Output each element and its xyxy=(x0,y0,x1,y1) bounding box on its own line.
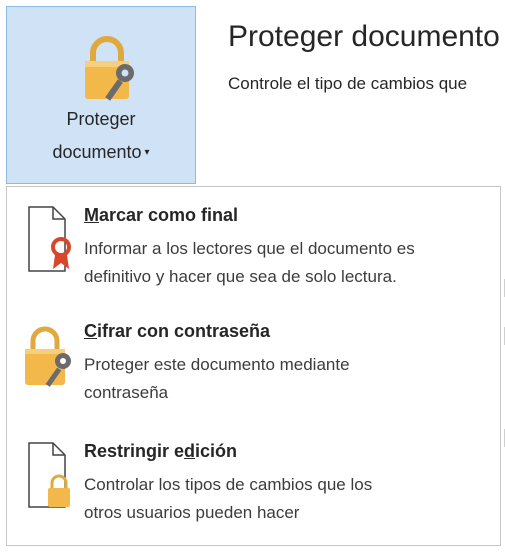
menu-item-description: contraseña xyxy=(84,383,169,402)
menu-item-description: Informar a los lectores que el documento… xyxy=(84,239,415,258)
menu-item-title: Restringir edición xyxy=(84,441,238,461)
protect-document-button[interactable]: Proteger documento ▾ xyxy=(6,6,196,184)
protect-button-label-1: Proteger xyxy=(66,109,136,129)
menu-item-description: otros usuarios pueden hacer xyxy=(84,503,300,522)
menu-item-title: Cifrar con contraseña xyxy=(84,321,271,341)
menu-item-title: Marcar como final xyxy=(84,205,239,225)
menu-item-description: Controlar los tipos de cambios que los xyxy=(84,475,373,494)
protect-button-label-2: documento ▾ xyxy=(52,142,150,162)
lock-key-icon xyxy=(25,326,71,387)
menu-item-description: Proteger este documento mediante xyxy=(84,355,350,374)
lock-key-icon xyxy=(85,36,134,101)
document-ribbon-icon xyxy=(28,206,71,272)
menu-item-restrict-editing[interactable]: Restringir edición Controlar los tipos d… xyxy=(7,441,500,557)
menu-item-encrypt-with-password[interactable]: Cifrar con contraseña Proteger este docu… xyxy=(7,321,500,437)
menu-item-mark-as-final[interactable]: Marcar como final Informar a los lectore… xyxy=(7,205,500,321)
chevron-down-icon: ▾ xyxy=(144,147,150,159)
page-title: Proteger documento xyxy=(228,20,500,53)
protect-dropdown-menu: Marcar como final Informar a los lectore… xyxy=(6,186,505,546)
document-lock-icon xyxy=(28,442,70,508)
page-description: Controle el tipo de cambios que xyxy=(228,74,468,93)
menu-item-description: definitivo y hacer que sea de solo lectu… xyxy=(84,267,397,286)
ribbon-panel: Proteger documento ▾ Proteger documento C… xyxy=(0,0,505,185)
